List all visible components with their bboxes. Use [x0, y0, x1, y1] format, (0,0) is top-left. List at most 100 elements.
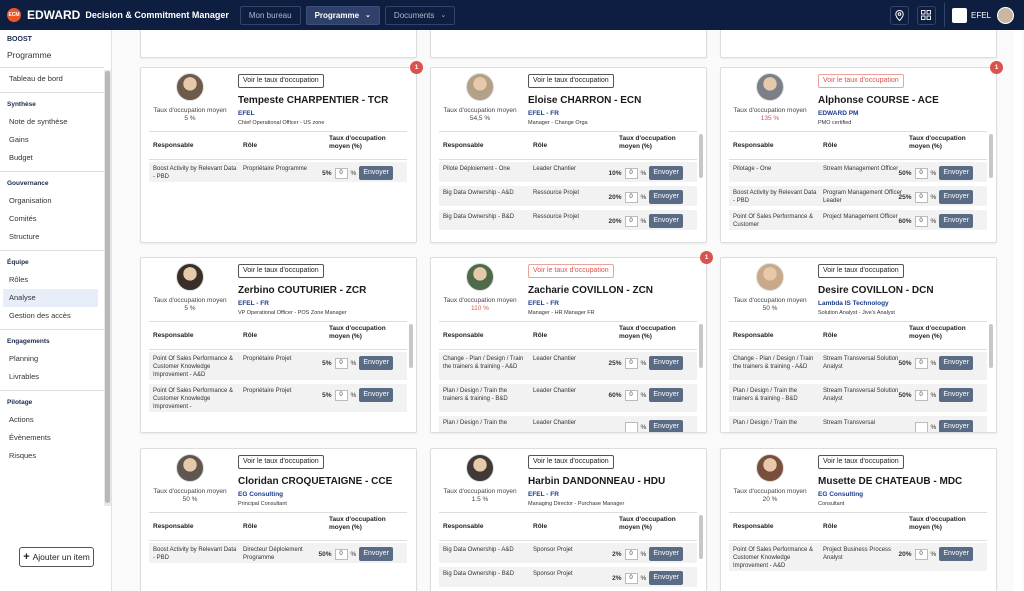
row-responsable: Boost Activity by Relevant Data - PBD [153, 166, 237, 180]
view-occupation-button[interactable]: Voir le taux d'occupation [528, 455, 614, 469]
sidebar-item[interactable]: Gestion des accès [0, 307, 104, 325]
row-responsable: Big Data Ownership - B&D [443, 214, 515, 220]
table-scrollbar[interactable] [699, 515, 703, 559]
view-occupation-button[interactable]: Voir le taux d'occupation [818, 74, 904, 88]
rate-input[interactable]: 0 [624, 167, 638, 179]
main-scrollbar[interactable] [1014, 30, 1022, 591]
sidebar-item[interactable]: Organisation [0, 192, 104, 210]
rate-input[interactable]: 0 [334, 389, 348, 401]
table-scrollbar[interactable] [699, 134, 703, 178]
percent-symbol: % [350, 169, 357, 177]
user-menu[interactable]: EFEL [943, 3, 1024, 27]
rate-input[interactable]: 0 [624, 389, 638, 401]
send-button[interactable]: Envoyer [939, 214, 973, 228]
rate-input[interactable]: 0 [914, 167, 928, 179]
user-avatar[interactable] [997, 6, 1014, 24]
rate-input[interactable]: 0 [624, 191, 638, 203]
sidebar-item[interactable]: Risques [0, 447, 104, 465]
table-scrollbar[interactable] [699, 324, 703, 368]
average-rate-value: 50 % [182, 496, 198, 503]
sidebar-item[interactable]: Actions [0, 411, 104, 429]
sidebar-item[interactable]: Tableau de bord [0, 70, 104, 88]
rate-input[interactable]: 0 [914, 389, 928, 401]
row-role: Sponsor Projet [533, 571, 573, 577]
sidebar-item[interactable]: Comités [0, 210, 104, 228]
rate-input[interactable]: 0 [914, 357, 928, 369]
person-organization: EG Consulting [818, 491, 864, 498]
row-rate-actions: 2% 0% Envoyer [612, 547, 683, 561]
table-scrollbar[interactable] [989, 134, 993, 178]
send-button[interactable]: Envoyer [939, 190, 973, 204]
send-button[interactable]: Envoyer [359, 166, 393, 180]
view-occupation-button[interactable]: Voir le taux d'occupation [528, 264, 614, 278]
send-button[interactable]: Envoyer [649, 388, 683, 402]
grid-icon[interactable] [916, 5, 936, 25]
tab-programme[interactable]: Programme ⌄ [305, 5, 380, 25]
table-row: Boost Activity by Relevant Data - PBD Pro… [729, 186, 987, 208]
send-button[interactable]: Envoyer [939, 420, 973, 432]
sidebar-scrollbar-thumb[interactable] [105, 71, 110, 503]
rate-input[interactable] [914, 421, 928, 432]
add-item-button[interactable]: + Ajouter un item [19, 547, 94, 567]
rate-input[interactable]: 0 [914, 191, 928, 203]
rate-input[interactable]: 0 [914, 215, 928, 227]
send-button[interactable]: Envoyer [649, 166, 683, 180]
notification-badge: 1 [410, 61, 423, 74]
view-occupation-button[interactable]: Voir le taux d'occupation [238, 74, 324, 88]
tab-mon-bureau[interactable]: Mon bureau [239, 5, 301, 25]
rate-input[interactable]: 0 [334, 167, 348, 179]
send-button[interactable]: Envoyer [649, 547, 683, 561]
view-occupation-button[interactable]: Voir le taux d'occupation [528, 74, 614, 88]
send-button[interactable]: Envoyer [649, 571, 683, 585]
column-header-rate: Taux d'occupation moyen (%) [909, 325, 966, 341]
column-header-role: Rôle [823, 332, 838, 339]
rate-input[interactable]: 0 [624, 215, 638, 227]
row-responsable: Boost Activity by Relevant Data - PBD [153, 547, 237, 561]
rate-input[interactable]: 0 [624, 548, 638, 560]
tab-documents[interactable]: Documents ⌄ [384, 5, 456, 25]
table-scrollbar[interactable] [989, 324, 993, 368]
rate-input[interactable]: 0 [334, 548, 348, 560]
view-occupation-button[interactable]: Voir le taux d'occupation [238, 264, 324, 278]
sidebar-item[interactable]: Évènements [0, 429, 104, 447]
row-responsable: Point Of Sales Performance & Customer Kn… [153, 356, 234, 378]
view-occupation-button[interactable]: Voir le taux d'occupation [818, 264, 904, 278]
send-button[interactable]: Envoyer [359, 388, 393, 402]
row-responsable: Big Data Ownership - A&D [443, 547, 514, 553]
row-rate-percent: 5% [322, 391, 332, 399]
sidebar-item[interactable]: Gains [0, 131, 104, 149]
sidebar-item[interactable]: Planning [0, 350, 104, 368]
view-occupation-button[interactable]: Voir le taux d'occupation [818, 455, 904, 469]
rate-input[interactable] [624, 421, 638, 432]
percent-symbol: % [640, 391, 647, 399]
send-button[interactable]: Envoyer [649, 214, 683, 228]
rate-input[interactable]: 0 [914, 548, 928, 560]
location-icon[interactable] [889, 5, 909, 25]
sidebar-item[interactable]: Analyse [3, 289, 98, 307]
send-button[interactable]: Envoyer [649, 420, 683, 432]
sidebar-item[interactable]: Structure [0, 228, 104, 246]
send-button[interactable]: Envoyer [939, 166, 973, 180]
send-button[interactable]: Envoyer [359, 547, 393, 561]
row-responsable: Boost Activity by Relevant Data - PBD [733, 190, 817, 204]
rate-input[interactable]: 0 [334, 357, 348, 369]
table-scrollbar[interactable] [409, 324, 413, 368]
sidebar-item[interactable]: Budget [0, 149, 104, 167]
send-button[interactable]: Envoyer [939, 388, 973, 402]
send-button[interactable]: Envoyer [649, 356, 683, 370]
send-button[interactable]: Envoyer [939, 356, 973, 370]
sidebar-item[interactable]: Rôles [0, 271, 104, 289]
sidebar-item[interactable]: Livrables [0, 368, 104, 386]
send-button[interactable]: Envoyer [649, 190, 683, 204]
app-logo[interactable]: ECM [7, 8, 21, 22]
rate-input[interactable]: 0 [624, 357, 638, 369]
send-button[interactable]: Envoyer [359, 356, 393, 370]
row-role: Program Management Officer Leader [823, 190, 902, 204]
view-occupation-button[interactable]: Voir le taux d'occupation [238, 455, 324, 469]
row-responsable: Big Data Ownership - B&D [443, 571, 515, 577]
send-button[interactable]: Envoyer [939, 547, 973, 561]
row-rate-actions: 10% 0% Envoyer [609, 166, 683, 180]
rate-input[interactable]: 0 [624, 572, 638, 584]
column-header-responsable: Responsable [733, 142, 774, 149]
sidebar-item[interactable]: Note de synthèse [0, 113, 104, 131]
